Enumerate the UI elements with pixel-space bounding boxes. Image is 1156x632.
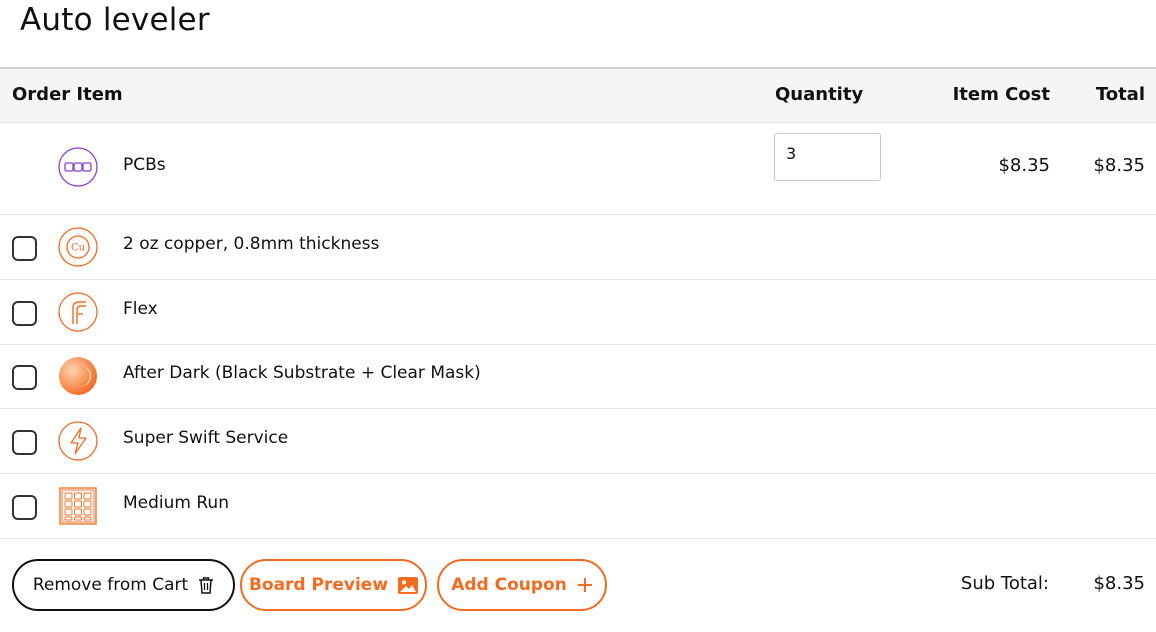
- option-checkbox[interactable]: [12, 495, 37, 520]
- option-label: Super Swift Service: [123, 428, 289, 448]
- table-header: Order Item Quantity Item Cost Total: [0, 67, 1156, 123]
- flex-icon: [58, 292, 98, 332]
- svg-text:Cu: Cu: [71, 243, 86, 254]
- lightning-icon: [58, 421, 98, 461]
- plus-icon: [577, 577, 593, 593]
- header-quantity: Quantity: [775, 84, 864, 105]
- page-title: Auto leveler: [20, 2, 210, 38]
- item-total: $8.35: [1093, 155, 1145, 176]
- cart-footer: Remove from Cart Board Preview Add Coupo…: [0, 539, 1156, 632]
- remove-from-cart-label: Remove from Cart: [32, 575, 189, 595]
- option-row-copper: Cu 2 oz copper, 0.8mm thickness: [0, 215, 1156, 280]
- pcb-panel-icon: [58, 147, 98, 187]
- remove-from-cart-button[interactable]: Remove from Cart: [12, 559, 235, 611]
- option-label: 2 oz copper, 0.8mm thickness: [123, 234, 380, 254]
- after-dark-icon: [58, 356, 98, 396]
- option-checkbox[interactable]: [12, 365, 37, 390]
- add-coupon-button[interactable]: Add Coupon: [437, 559, 607, 611]
- trash-icon: [198, 576, 214, 594]
- medium-run-grid-icon: [58, 486, 98, 526]
- header-total: Total: [1095, 84, 1145, 105]
- option-label: Flex: [123, 299, 158, 319]
- option-label: After Dark (Black Substrate + Clear Mask…: [123, 363, 481, 383]
- option-row-flex: Flex: [0, 280, 1156, 345]
- table-row-pcbs: PCBs $8.35 $8.35: [0, 123, 1156, 215]
- option-row-after-dark: After Dark (Black Substrate + Clear Mask…: [0, 344, 1156, 409]
- subtotal-label: Sub Total:: [960, 573, 1049, 594]
- item-cost: $8.35: [998, 155, 1050, 176]
- option-row-medium-run: Medium Run: [0, 474, 1156, 539]
- option-checkbox[interactable]: [12, 430, 37, 455]
- board-preview-button[interactable]: Board Preview: [240, 559, 427, 611]
- option-checkbox[interactable]: [12, 301, 37, 326]
- copper-icon: Cu: [58, 227, 98, 267]
- add-coupon-label: Add Coupon: [451, 575, 567, 595]
- header-order-item: Order Item: [12, 84, 123, 105]
- option-row-super-swift: Super Swift Service: [0, 409, 1156, 474]
- option-label: Medium Run: [123, 493, 229, 513]
- image-icon: [398, 576, 419, 594]
- item-name: PCBs: [123, 155, 166, 175]
- header-item-cost: Item Cost: [952, 84, 1050, 105]
- quantity-input[interactable]: [774, 133, 881, 181]
- option-checkbox[interactable]: [12, 236, 37, 261]
- board-preview-label: Board Preview: [248, 575, 389, 595]
- subtotal-value: $8.35: [1093, 573, 1145, 594]
